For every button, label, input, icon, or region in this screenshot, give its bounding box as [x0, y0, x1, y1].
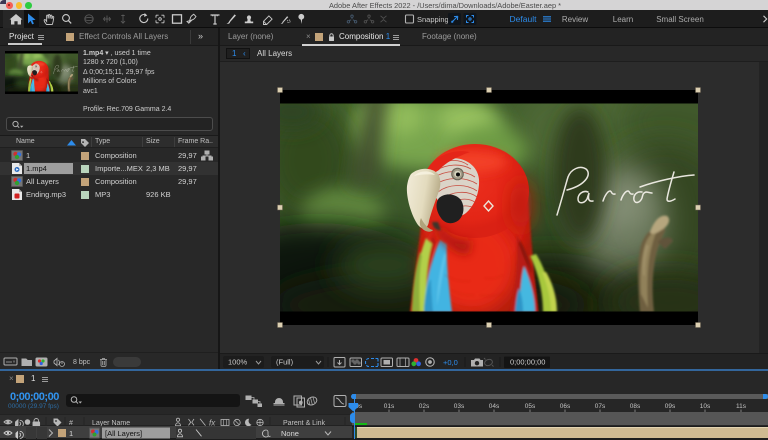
svg-text:01s: 01s	[384, 403, 395, 410]
svg-text:04s: 04s	[489, 403, 500, 410]
svg-text:Default: Default	[510, 14, 538, 24]
svg-text:05s: 05s	[525, 403, 536, 410]
svg-text:09s: 09s	[665, 403, 676, 410]
svg-text:Learn: Learn	[613, 15, 633, 24]
svg-text:100%: 100%	[228, 358, 248, 367]
svg-text:Review: Review	[562, 15, 588, 24]
svg-text:06s: 06s	[560, 403, 571, 410]
svg-text:(Full): (Full)	[276, 358, 294, 367]
svg-text:0;00;00;00: 0;00;00;00	[510, 358, 545, 367]
svg-text:None: None	[281, 429, 299, 438]
svg-text:8 bpc: 8 bpc	[73, 359, 91, 366]
svg-text:Small Screen: Small Screen	[656, 15, 704, 24]
svg-text:[All Layers]: [All Layers]	[105, 429, 142, 438]
svg-text:02s: 02s	[419, 403, 430, 410]
svg-text:10s: 10s	[700, 403, 711, 410]
svg-text:07s: 07s	[595, 403, 606, 410]
svg-text:11s: 11s	[736, 403, 747, 410]
svg-text:+0,0: +0,0	[443, 358, 458, 367]
svg-text:Snapping: Snapping	[417, 15, 449, 24]
svg-text:1: 1	[69, 429, 73, 438]
svg-text:03s: 03s	[454, 403, 465, 410]
svg-text:08s: 08s	[630, 403, 641, 410]
